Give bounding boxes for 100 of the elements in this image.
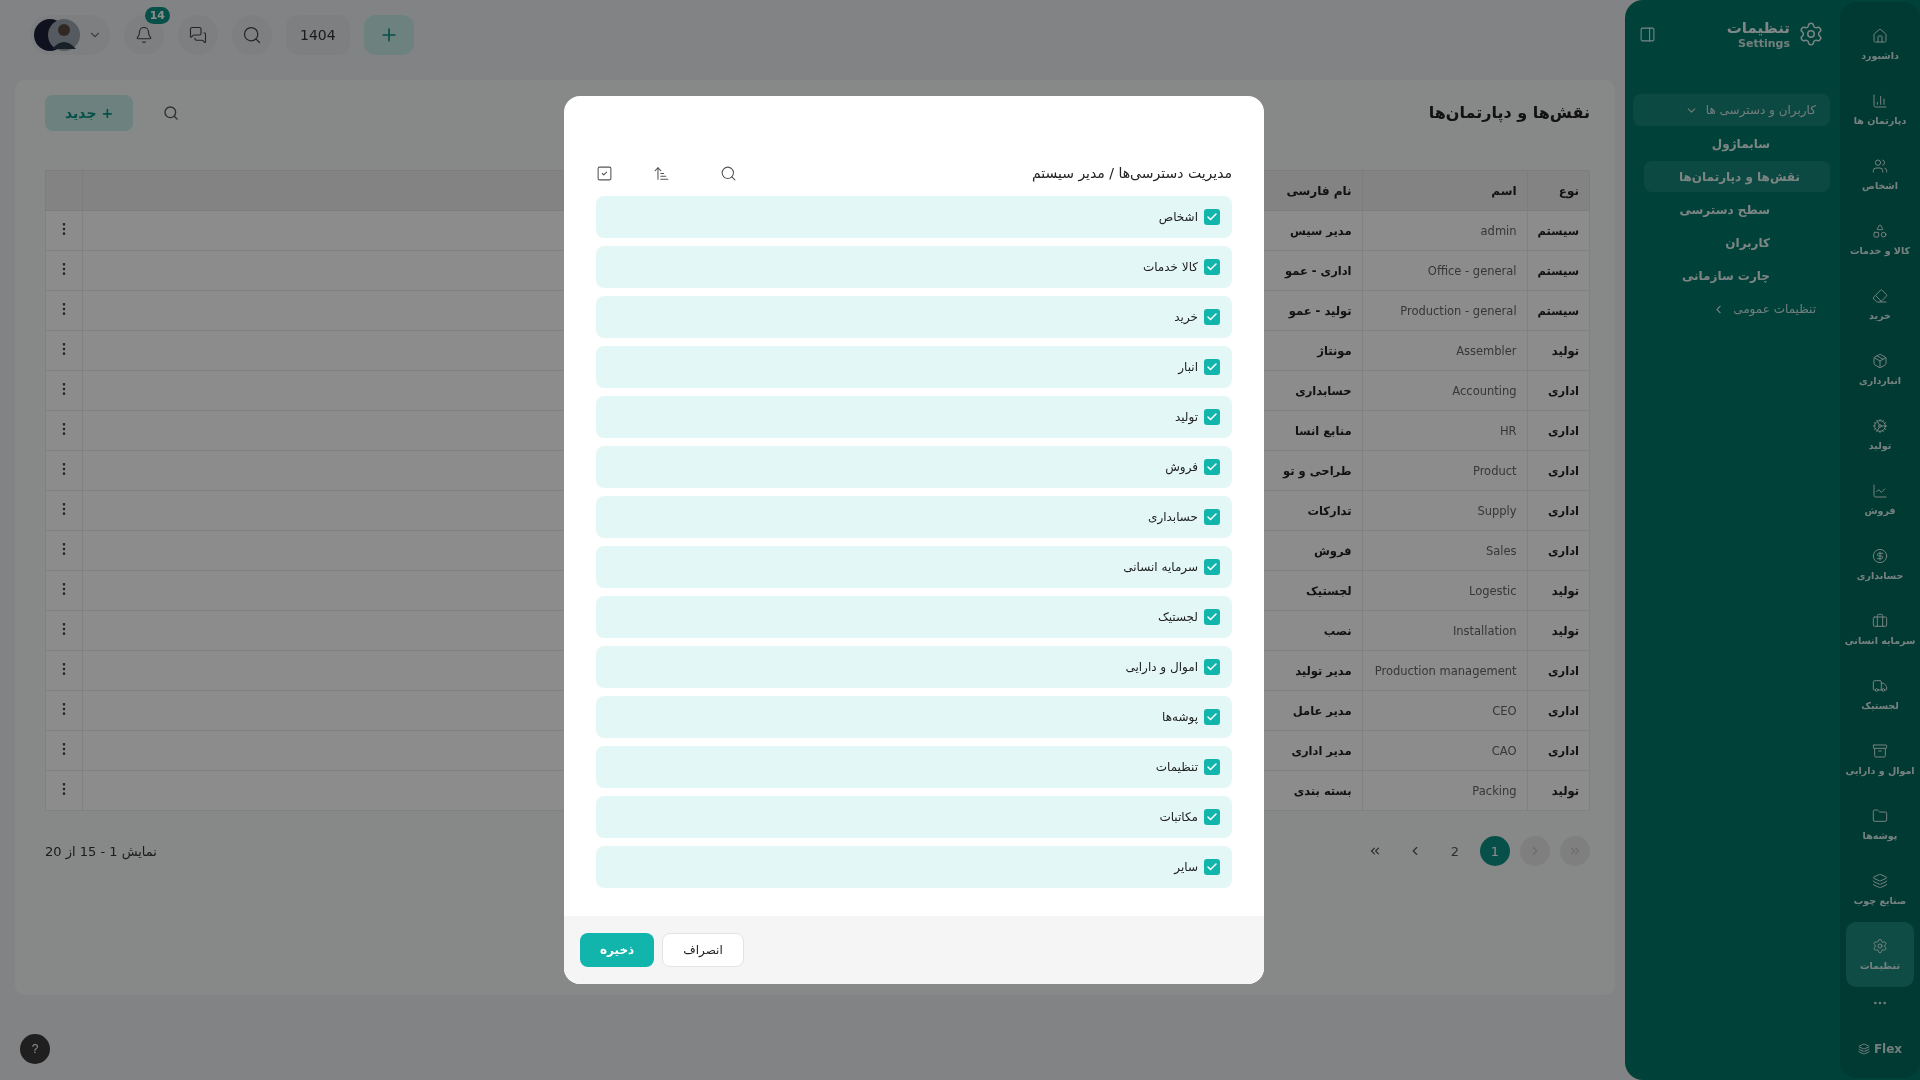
search-icon (242, 25, 262, 45)
page-button[interactable]: 1 (1480, 836, 1510, 866)
rail-item[interactable]: داشبورد (1846, 12, 1914, 77)
permission-row[interactable]: سایر (596, 846, 1232, 888)
menu-group[interactable]: کاربران و دسترسی ها (1633, 94, 1830, 126)
truck-icon (1872, 678, 1888, 694)
checkbox[interactable] (1204, 559, 1220, 575)
table-cell: Packing (1362, 770, 1528, 811)
table-cell: اداری (1527, 410, 1590, 451)
permission-row[interactable]: تنظیمات (596, 746, 1232, 788)
table-cell: admin (1362, 210, 1528, 251)
save-button[interactable]: ذخیره (580, 933, 655, 967)
checkbox[interactable] (1204, 259, 1220, 275)
archive-icon (1872, 743, 1888, 759)
search-icon[interactable] (720, 164, 737, 182)
rail-item[interactable]: تولید (1846, 402, 1914, 467)
add-button[interactable] (363, 15, 414, 55)
rail-item[interactable]: صنایع چوب (1846, 857, 1914, 922)
table-cell: Accounting (1362, 370, 1528, 411)
checkbox[interactable] (1204, 709, 1220, 725)
checkbox[interactable] (1204, 359, 1220, 375)
checkbox[interactable] (1204, 509, 1220, 525)
users-icon (1872, 158, 1888, 174)
table-cell: اداری (1527, 530, 1590, 571)
search-button[interactable] (232, 15, 272, 55)
check-icon (1206, 361, 1218, 373)
permission-row[interactable]: خرید (596, 296, 1232, 338)
rail-item[interactable]: انبارداری (1846, 337, 1914, 402)
rail-item[interactable]: خرید (1846, 272, 1914, 337)
table-cell: اداری (1527, 650, 1590, 691)
permission-row[interactable]: سرمایه انسانی (596, 546, 1232, 588)
new-button[interactable]: + جدید (45, 94, 134, 131)
rail-item[interactable]: فروش (1846, 467, 1914, 532)
table-cell: تولید (1527, 610, 1590, 651)
permission-row[interactable]: انبار (596, 346, 1232, 388)
checkbox[interactable] (1204, 609, 1220, 625)
permission-row[interactable]: کالا خدمات (596, 246, 1232, 288)
rail-item[interactable]: اشخاص (1846, 142, 1914, 207)
check-icon (1206, 711, 1218, 723)
table-cell: HR (1362, 410, 1528, 451)
page-summary: نمایش 1 - 15 از 20 (45, 843, 157, 859)
checkbox[interactable] (1204, 809, 1220, 825)
checkbox[interactable] (1204, 759, 1220, 775)
checkbox[interactable] (1204, 209, 1220, 225)
permission-row[interactable]: لجستیک (596, 596, 1232, 638)
rail-item[interactable]: دپارتمان ها (1846, 77, 1914, 142)
menu-group[interactable]: تنظیمات عمومی (1633, 293, 1830, 325)
rail-item[interactable]: پوشه‌ها (1846, 792, 1914, 857)
menu-item[interactable]: سابماژول (1644, 128, 1830, 159)
permission-label: حسابداری (1148, 510, 1198, 524)
panel-title: تنظیمات (1726, 18, 1790, 37)
cancel-button[interactable]: انصراف (662, 933, 744, 967)
rail-item[interactable]: سرمایه انسانی (1846, 597, 1914, 662)
menu-item[interactable]: چارت سازمانی (1644, 260, 1830, 291)
permission-row[interactable]: اشخاص (596, 196, 1232, 238)
folder-icon (1872, 808, 1888, 824)
permission-row[interactable]: حسابداری (596, 496, 1232, 538)
permission-label: مکاتبات (1159, 810, 1198, 824)
checkbox[interactable] (1204, 459, 1220, 475)
check-icon (1206, 461, 1218, 473)
dialog-title: مدیریت دسترسی‌ها / مدیر سیستم (1031, 165, 1232, 181)
settings-icon (1798, 21, 1824, 47)
menu-item[interactable]: سطح دسترسی (1644, 194, 1830, 225)
permission-row[interactable]: مکاتبات (596, 796, 1232, 838)
checkbox[interactable] (1204, 659, 1220, 675)
permission-label: خرید (1174, 310, 1198, 324)
table-cell: اداری (1527, 490, 1590, 531)
rail-item[interactable]: حسابداری (1846, 532, 1914, 597)
permission-label: پوشه‌ها (1162, 710, 1198, 724)
menu-item[interactable]: کاربران (1644, 227, 1830, 258)
chat-button[interactable] (178, 15, 218, 55)
sort-icon[interactable] (653, 164, 670, 182)
table-cell: اداری (1527, 370, 1590, 411)
permission-row[interactable]: پوشه‌ها (596, 696, 1232, 738)
select-all-icon[interactable] (596, 164, 613, 182)
checkbox[interactable] (1204, 409, 1220, 425)
rail-item[interactable]: اموال و دارایی (1846, 727, 1914, 792)
permission-label: تنظیمات (1155, 760, 1198, 774)
year-selector[interactable]: 1404 (286, 15, 350, 55)
sidebar-toggle-icon[interactable] (1639, 25, 1656, 43)
rail-item[interactable]: تنظیمات (1846, 922, 1914, 987)
user-menu[interactable] (30, 15, 110, 55)
permission-row[interactable]: فروش (596, 446, 1232, 488)
rail-item[interactable]: لجستیک (1846, 662, 1914, 727)
table-cell: Sales (1362, 530, 1528, 571)
briefcase-icon (1872, 613, 1888, 629)
check-icon (1206, 211, 1218, 223)
table-cell: اداری (1527, 730, 1590, 771)
help-button[interactable]: ? (20, 1034, 50, 1064)
search-icon[interactable] (163, 104, 180, 121)
menu-item[interactable]: نقش‌ها و دپارتمان‌ها (1644, 161, 1830, 192)
checkbox[interactable] (1204, 859, 1220, 875)
bar-chart-icon (1872, 93, 1888, 109)
page-button[interactable]: 2 (1440, 836, 1470, 866)
rail-item[interactable]: کالا و خدمات (1846, 207, 1914, 272)
table-cell: تولید (1527, 330, 1590, 371)
permission-row[interactable]: تولید (596, 396, 1232, 438)
permission-row[interactable]: اموال و دارایی (596, 646, 1232, 688)
gear-icon (1872, 418, 1888, 434)
checkbox[interactable] (1204, 309, 1220, 325)
